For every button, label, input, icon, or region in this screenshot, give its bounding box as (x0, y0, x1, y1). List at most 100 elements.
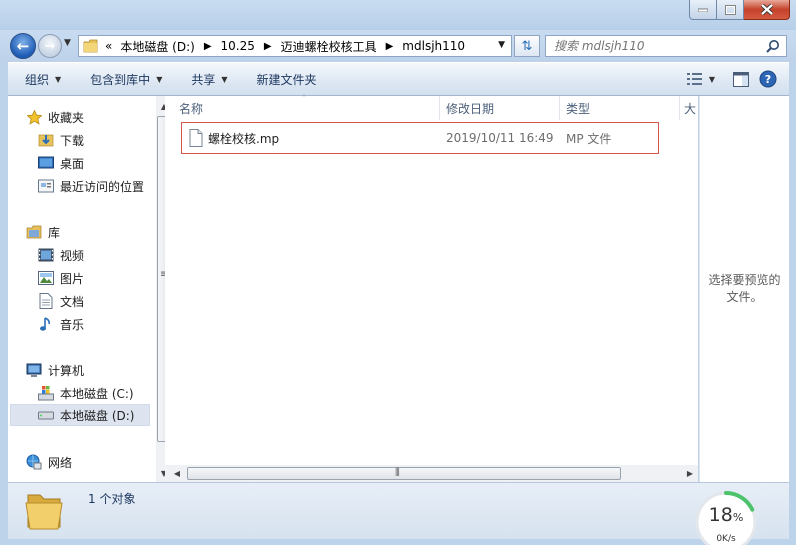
column-header-size[interactable]: 大 (680, 96, 698, 120)
refresh-icon: ⇅ (521, 38, 533, 54)
downloads-folder-icon (38, 132, 54, 148)
item-count: 1 个对象 (88, 492, 136, 506)
minimize-icon (698, 8, 708, 12)
back-arrow-icon: ← (16, 37, 30, 55)
window-controls (689, 0, 790, 20)
documents-icon (38, 293, 54, 309)
pictures-icon (38, 270, 54, 286)
forward-button[interactable]: → (38, 34, 62, 58)
view-dropdown-icon[interactable]: ▼ (709, 75, 715, 84)
nav-recent-places[interactable]: 最近访问的位置 (38, 175, 144, 197)
close-button[interactable] (744, 0, 790, 20)
column-header-date-label: 修改日期 (446, 101, 495, 116)
music-icon (38, 316, 54, 332)
column-header-name-label: 名称 (179, 101, 204, 116)
chevron-right-icon[interactable]: ▶ (204, 41, 212, 52)
nav-documents[interactable]: 文档 (38, 290, 84, 312)
nav-downloads[interactable]: 下载 (38, 129, 84, 151)
include-in-library-button[interactable]: 包含到库中 ▼ (73, 63, 174, 95)
column-header-size-label: 大 (684, 101, 697, 116)
nav-downloads-label: 下载 (60, 133, 85, 148)
address-bar[interactable]: « 本地磁盘 (D:) ▶ 10.25 ▶ 迈迪螺栓校核工具 ▶ mdlsjh1… (78, 35, 512, 57)
gauge-speed-value: 0K/s (716, 534, 736, 544)
navigation-pane: 收藏夹 下载 桌面 最近访问的位置 库 视频 图片 文档 音乐 计算机 本地磁盘… (8, 96, 172, 482)
nav-favorites[interactable]: 收藏夹 (26, 106, 84, 128)
file-row[interactable]: 螺栓校核.mp 2019/10/11 16:49 MP 文件 (181, 122, 659, 154)
share-label: 共享 (191, 72, 216, 87)
column-header-type[interactable]: 类型 (560, 96, 680, 120)
nav-network[interactable]: 网络 (26, 451, 72, 473)
command-bar: 组织 ▼ 包含到库中 ▼ 共享 ▼ 新建文件夹 ▼ ? (8, 62, 789, 96)
breadcrumb-item-tool[interactable]: 迈迪螺栓校核工具 (281, 38, 377, 55)
preview-placeholder-text: 选择要预览的文件。 (708, 273, 781, 304)
gauge-percent-sign: % (732, 511, 744, 524)
chevron-right-icon[interactable]: ▶ (264, 41, 272, 52)
folder-icon (83, 39, 98, 53)
scroll-right-icon[interactable]: ▶ (682, 465, 698, 482)
file-date: 2019/10/11 16:49 (446, 131, 554, 145)
nav-drive-d[interactable]: 本地磁盘 (D:) (10, 404, 150, 426)
breadcrumb-item-10-25[interactable]: 10.25 (221, 39, 255, 53)
column-header-date[interactable]: 修改日期 (440, 96, 560, 120)
nav-drive-c[interactable]: 本地磁盘 (C:) (38, 382, 134, 404)
chevron-down-icon: ▼ (221, 74, 228, 84)
file-icon (189, 129, 203, 147)
address-row: ← → ▼ « 本地磁盘 (D:) ▶ 10.25 ▶ 迈迪螺栓校核工具 ▶ m… (0, 30, 796, 62)
refresh-button[interactable]: ⇅ (514, 35, 540, 57)
nav-computer[interactable]: 计算机 (26, 359, 84, 381)
address-dropdown-button[interactable]: ▼ (498, 40, 505, 50)
new-folder-label: 新建文件夹 (256, 72, 317, 87)
file-type: MP 文件 (566, 131, 612, 146)
nav-libraries[interactable]: 库 (26, 221, 60, 243)
breadcrumb-item-mdlsjh110[interactable]: mdlsjh110 (402, 39, 465, 53)
nav-computer-label: 计算机 (48, 363, 85, 378)
nav-pictures-label: 图片 (60, 271, 85, 286)
svg-text:?: ? (765, 73, 771, 86)
back-button[interactable]: ← (10, 33, 36, 59)
title-bar[interactable] (0, 0, 796, 30)
chevron-right-icon[interactable]: ▶ (386, 41, 394, 52)
close-icon (760, 4, 773, 15)
view-options-icon[interactable] (686, 72, 703, 86)
file-horizontal-scrollbar[interactable]: ◀ ▶ (165, 465, 698, 482)
column-header-type-label: 类型 (566, 101, 591, 116)
search-icon[interactable] (766, 39, 780, 53)
search-box[interactable] (545, 35, 787, 57)
scroll-left-icon[interactable]: ◀ (169, 465, 185, 482)
recent-pages-dropdown[interactable]: ▼ (64, 38, 71, 48)
maximize-button[interactable] (717, 0, 744, 20)
breadcrumb-item-drive-d[interactable]: 本地磁盘 (D:) (120, 38, 194, 55)
file-name: 螺栓校核.mp (208, 131, 280, 146)
nav-desktop[interactable]: 桌面 (38, 152, 84, 174)
file-list-pane: ˄ 名称 修改日期 类型 大 螺栓校核.mp 2019/10/11 16:49 … (165, 94, 698, 482)
organize-label: 组织 (25, 72, 50, 87)
nav-videos[interactable]: 视频 (38, 244, 84, 266)
nav-videos-label: 视频 (60, 248, 85, 263)
nav-favorites-label: 收藏夹 (48, 110, 85, 125)
include-in-library-label: 包含到库中 (90, 72, 151, 87)
network-speed-widget[interactable]: 18% 0K/s (694, 490, 758, 545)
nav-music-label: 音乐 (60, 317, 85, 332)
column-header-name[interactable]: ˄ 名称 (165, 94, 440, 120)
nav-network-label: 网络 (48, 455, 73, 470)
breadcrumb: « 本地磁盘 (D:) ▶ 10.25 ▶ 迈迪螺栓校核工具 ▶ mdlsjh1… (105, 38, 465, 55)
nav-documents-label: 文档 (60, 294, 85, 309)
nav-desktop-label: 桌面 (60, 156, 85, 171)
search-input[interactable] (554, 39, 754, 53)
preview-pane: 选择要预览的文件。 (699, 96, 789, 482)
system-drive-icon (38, 385, 54, 401)
preview-pane-icon[interactable] (733, 71, 749, 87)
nav-music[interactable]: 音乐 (38, 313, 84, 335)
video-icon (38, 247, 54, 263)
share-button[interactable]: 共享 ▼ (174, 63, 239, 95)
minimize-button[interactable] (689, 0, 717, 20)
recent-places-icon (38, 178, 54, 194)
organize-button[interactable]: 组织 ▼ (8, 63, 73, 95)
nav-pictures[interactable]: 图片 (38, 267, 84, 289)
column-headers: ˄ 名称 修改日期 类型 大 (165, 94, 698, 120)
scrollbar-thumb[interactable] (187, 466, 621, 480)
nav-libraries-label: 库 (48, 225, 61, 240)
breadcrumb-overflow[interactable]: « (105, 39, 112, 53)
help-icon[interactable]: ? (759, 70, 777, 88)
new-folder-button[interactable]: 新建文件夹 (240, 63, 329, 95)
